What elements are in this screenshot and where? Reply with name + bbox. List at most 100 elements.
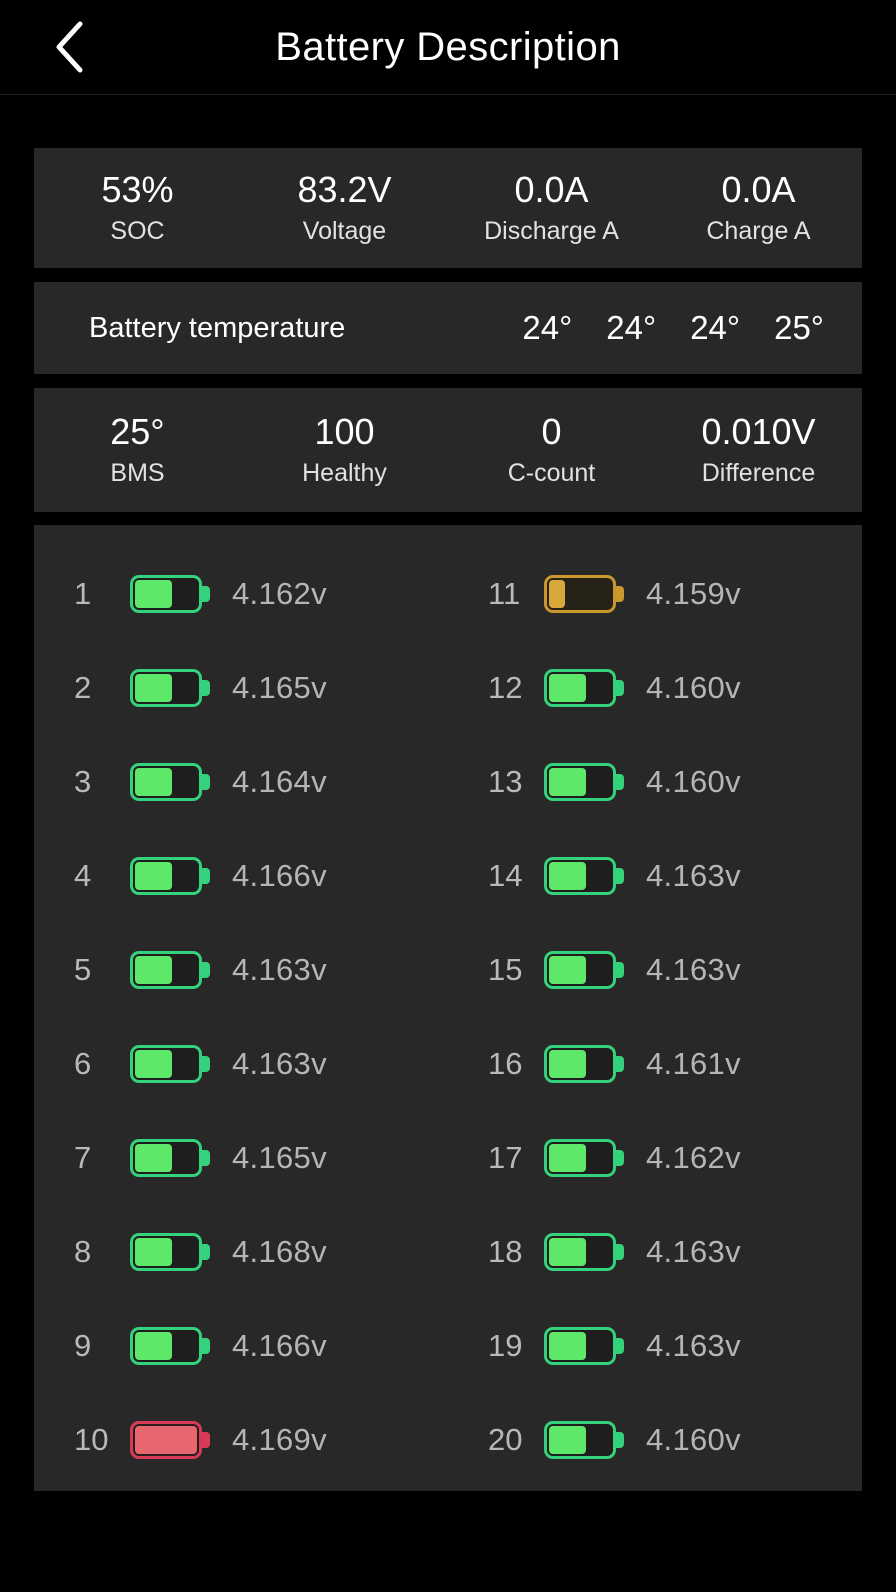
cell-voltage: 4.161v bbox=[646, 1046, 741, 1081]
battery-fill bbox=[549, 1332, 587, 1360]
cell-voltage: 4.159v bbox=[646, 576, 741, 611]
page-title: Battery Description bbox=[275, 24, 621, 69]
cell-voltage: 4.160v bbox=[646, 1422, 741, 1457]
battery-body bbox=[130, 669, 202, 707]
battery-fill bbox=[135, 1144, 173, 1172]
battery-body bbox=[544, 1327, 616, 1365]
battery-body bbox=[130, 763, 202, 801]
cell-index: 8 bbox=[74, 1234, 92, 1269]
battery-level-icon bbox=[544, 857, 624, 895]
battery-level-icon bbox=[130, 1139, 210, 1177]
battery-level-icon bbox=[130, 951, 210, 989]
cell-index: 11 bbox=[488, 576, 521, 611]
battery-body bbox=[130, 1139, 202, 1177]
cell-voltage: 4.166v bbox=[232, 858, 327, 893]
back-button[interactable] bbox=[28, 0, 110, 93]
temperature-sensor-2: 24° bbox=[606, 309, 657, 346]
battery-body bbox=[544, 763, 616, 801]
battery-body bbox=[544, 1233, 616, 1271]
battery-fill bbox=[549, 1050, 587, 1078]
cell-index: 20 bbox=[488, 1422, 523, 1457]
cell-voltage: 4.164v bbox=[232, 764, 327, 799]
cell-voltage: 4.163v bbox=[646, 858, 741, 893]
cell-row: 19 4.163v bbox=[448, 1299, 862, 1393]
battery-fill bbox=[549, 580, 565, 608]
stat-voltage: 83.2V Voltage bbox=[241, 168, 448, 248]
cell-voltage: 4.166v bbox=[232, 1328, 327, 1363]
stat-difference: 0.010V Difference bbox=[655, 410, 862, 490]
cell-row: 7 4.165v bbox=[34, 1111, 448, 1205]
stat-value: 25° bbox=[110, 411, 165, 452]
battery-body bbox=[130, 857, 202, 895]
stat-value: 53% bbox=[101, 169, 174, 210]
cell-row: 9 4.166v bbox=[34, 1299, 448, 1393]
temperature-sensor-4: 25° bbox=[774, 309, 824, 346]
cell-row: 16 4.161v bbox=[448, 1017, 862, 1111]
cell-voltage: 4.168v bbox=[232, 1234, 327, 1269]
stat-label: Voltage bbox=[302, 217, 387, 245]
temperature-panel: Battery temperature 24° 24° 24° 25° bbox=[34, 282, 862, 374]
cell-row: 10 4.169v bbox=[34, 1393, 448, 1487]
cell-voltage: 4.165v bbox=[232, 1140, 327, 1175]
battery-fill bbox=[135, 768, 173, 796]
cell-index: 6 bbox=[74, 1046, 92, 1081]
battery-level-icon bbox=[130, 763, 210, 801]
temperature-values: 24° 24° 24° 25° bbox=[522, 309, 824, 347]
temperature-label: Battery temperature bbox=[89, 311, 346, 344]
battery-level-icon bbox=[130, 575, 210, 613]
stat-charge-a: 0.0A Charge A bbox=[655, 168, 862, 248]
cell-row: 12 4.160v bbox=[448, 641, 862, 735]
battery-level-icon bbox=[544, 1421, 624, 1459]
battery-fill bbox=[549, 956, 587, 984]
cell-voltage: 4.169v bbox=[232, 1422, 327, 1457]
battery-terminal bbox=[616, 868, 624, 884]
cell-row: 18 4.163v bbox=[448, 1205, 862, 1299]
cell-row: 13 4.160v bbox=[448, 735, 862, 829]
stat-label: BMS bbox=[110, 459, 165, 487]
temperature-row: Battery temperature 24° 24° 24° 25° bbox=[34, 282, 862, 374]
stat-label: Healthy bbox=[302, 459, 387, 487]
summary-panel: 53% SOC 83.2V Voltage 0.0A Discharge A 0… bbox=[34, 148, 862, 268]
battery-level-icon bbox=[130, 857, 210, 895]
battery-terminal bbox=[202, 1432, 210, 1448]
battery-fill bbox=[135, 956, 173, 984]
cell-row: 1 4.162v bbox=[34, 547, 448, 641]
cell-index: 7 bbox=[74, 1140, 92, 1175]
battery-body bbox=[544, 1421, 616, 1459]
cell-row: 3 4.164v bbox=[34, 735, 448, 829]
cell-index: 19 bbox=[488, 1328, 523, 1363]
battery-terminal bbox=[616, 962, 624, 978]
stat-bms: 25° BMS bbox=[34, 410, 241, 490]
battery-terminal bbox=[616, 774, 624, 790]
temperature-sensor-1: 24° bbox=[522, 309, 573, 346]
cell-row: 5 4.163v bbox=[34, 923, 448, 1017]
battery-terminal bbox=[616, 1056, 624, 1072]
battery-fill bbox=[549, 862, 587, 890]
battery-body bbox=[130, 1327, 202, 1365]
battery-body bbox=[130, 1045, 202, 1083]
battery-fill bbox=[549, 768, 587, 796]
battery-fill bbox=[135, 1426, 197, 1454]
chevron-left-icon bbox=[52, 20, 86, 74]
battery-fill bbox=[135, 674, 173, 702]
battery-fill bbox=[549, 1238, 587, 1266]
stat-value: 0.010V bbox=[701, 411, 816, 452]
cell-index: 16 bbox=[488, 1046, 523, 1081]
battery-fill bbox=[135, 580, 173, 608]
cell-index: 9 bbox=[74, 1328, 92, 1363]
cell-index: 10 bbox=[74, 1422, 109, 1457]
cell-index: 4 bbox=[74, 858, 92, 893]
battery-body bbox=[544, 857, 616, 895]
page-content: 53% SOC 83.2V Voltage 0.0A Discharge A 0… bbox=[0, 148, 896, 1491]
cell-index: 2 bbox=[74, 670, 92, 705]
stat-value: 0.0A bbox=[721, 169, 796, 210]
battery-fill bbox=[549, 674, 587, 702]
battery-terminal bbox=[616, 1338, 624, 1354]
battery-level-icon bbox=[130, 1327, 210, 1365]
battery-fill bbox=[549, 1144, 587, 1172]
cell-index: 13 bbox=[488, 764, 523, 799]
cell-row: 14 4.163v bbox=[448, 829, 862, 923]
battery-level-icon bbox=[544, 575, 624, 613]
cell-voltage: 4.162v bbox=[232, 576, 327, 611]
battery-terminal bbox=[202, 962, 210, 978]
